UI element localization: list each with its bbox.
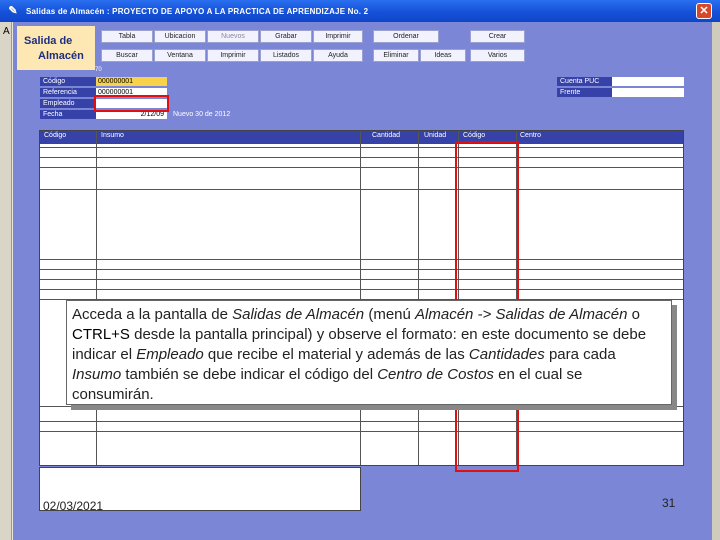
record-counter: 70: [95, 67, 102, 73]
ideas-button[interactable]: Ideas: [420, 49, 466, 62]
logo-line-2: Almacén: [38, 50, 84, 62]
fecha-label: Fecha: [40, 110, 96, 119]
items-grid[interactable]: Código Insumo Cantidad Unidad Código Cen…: [39, 130, 684, 466]
frente-field[interactable]: [612, 88, 684, 97]
frente-label: Frente: [557, 88, 612, 97]
grid-row-line: [40, 431, 683, 432]
grid-row-line: [40, 279, 683, 280]
window-titlebar: ✎ Salidas de Almacén : PROYECTO DE APOYO…: [0, 0, 720, 22]
imprimir-button[interactable]: Imprimir: [207, 49, 259, 62]
buscar-button[interactable]: Buscar: [101, 49, 153, 62]
grid-col-insumo: Insumo: [101, 132, 124, 139]
grid-row-line: [40, 147, 683, 148]
cuenta-puc-label: Cuenta PUC: [557, 77, 612, 86]
logo-line-1: Salida de: [24, 35, 73, 47]
grid-row-line: [40, 289, 683, 290]
imprimir-top-button[interactable]: Imprimir: [313, 30, 363, 43]
slide-date: 02/03/2021: [43, 499, 104, 513]
close-icon[interactable]: ✕: [696, 3, 712, 19]
eliminar-button[interactable]: Eliminar: [373, 49, 419, 62]
grid-col-codigo: Código: [44, 132, 67, 139]
grid-row-line: [40, 269, 683, 270]
window-title: Salidas de Almacén : PROYECTO DE APOYO A…: [26, 6, 369, 16]
grid-row-line: [40, 167, 683, 168]
codigo-label: Código: [40, 77, 96, 86]
grid-row-line: [40, 259, 683, 260]
cuenta-puc-field[interactable]: [612, 77, 684, 86]
app-icon: ✎: [8, 5, 18, 17]
grabar-button[interactable]: Grabar: [260, 30, 312, 43]
outer-window-strip: [0, 22, 12, 540]
outer-window-right-strip: [712, 22, 720, 540]
grid-header: Código Insumo Cantidad Unidad Código Cen…: [40, 131, 683, 144]
nuevos-button[interactable]: Nuevos: [207, 30, 259, 43]
grid-col-unidad: Unidad: [424, 132, 447, 139]
listados-button[interactable]: Listados: [260, 49, 312, 62]
ayuda-button[interactable]: Ayuda: [313, 49, 363, 62]
empleado-highlight: [94, 95, 169, 112]
grid-row-line: [40, 189, 683, 190]
grid-col-codigo-centro: Código: [463, 132, 486, 139]
ventana-button[interactable]: Ventana: [154, 49, 206, 62]
crear-button[interactable]: Crear: [470, 30, 525, 43]
grid-col-cantidad: Cantidad: [372, 132, 401, 139]
grid-row-line: [40, 157, 683, 158]
tabla-button[interactable]: Tabla: [101, 30, 153, 43]
grid-col-centro: Centro: [520, 132, 542, 139]
slide-page-number: 31: [662, 496, 676, 510]
varios-button[interactable]: Varios: [470, 49, 525, 62]
referencia-label: Referencia: [40, 88, 96, 97]
grid-row-line: [40, 421, 683, 422]
grid-row-line: [40, 406, 683, 407]
ordenar-button[interactable]: Ordenar: [373, 30, 439, 43]
codigo-field[interactable]: 000000001: [96, 77, 167, 86]
ubicacion-button[interactable]: Ubicacion: [154, 30, 206, 43]
outer-window-letter: A: [3, 26, 10, 37]
form-logo: Salida de Almacén: [17, 26, 95, 70]
fecha-text: Nuevo 30 de 2012: [173, 111, 231, 118]
instruction-note: Acceda a la pantalla de Salidas de Almac…: [66, 300, 672, 405]
empleado-label: Empleado: [40, 99, 96, 108]
